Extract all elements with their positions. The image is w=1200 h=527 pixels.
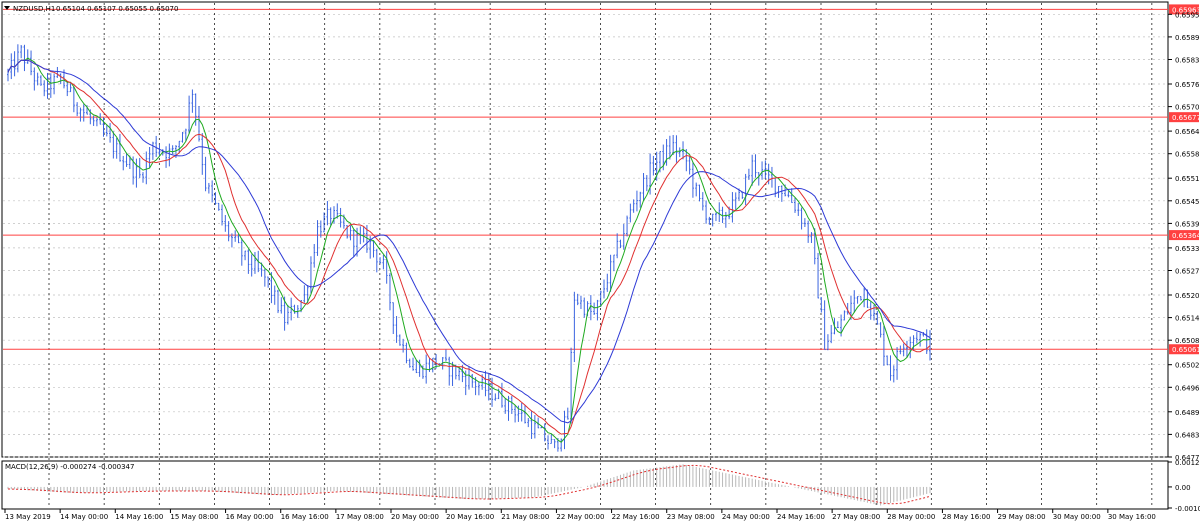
y-tick-label: 0.65890 (1175, 34, 1200, 42)
y-tick-label: 0.65270 (1175, 268, 1200, 276)
x-tick-label: 30 May 16:00 (1108, 513, 1156, 521)
ohlc-label: 0.65104 0.65107 0.65055 0.65070 (56, 5, 178, 13)
y-tick-label: 0.65145 (1175, 315, 1200, 323)
y-tick-label: 0.64835 (1175, 431, 1200, 439)
y-tick-label: 0.65085 (1175, 337, 1200, 345)
y-tick-label: 0.65950 (1175, 11, 1200, 19)
y-tick-label: 0.65395 (1175, 220, 1200, 228)
y-tick-label: 0.65580 (1175, 151, 1200, 159)
y-tick-label: 0.65765 (1175, 81, 1200, 89)
symbol-label: NZDUSD,H1 (13, 5, 55, 13)
x-tick-label: 24 May 00:00 (722, 513, 770, 521)
y-tick-label: 0.65330 (1175, 245, 1200, 253)
x-tick-label: 22 May 16:00 (612, 513, 660, 521)
y-tick-label: 0.65830 (1175, 57, 1200, 65)
x-tick-label: 15 May 08:00 (170, 513, 218, 521)
x-tick-label: 16 May 16:00 (281, 513, 329, 521)
y-tick-label: 0.65205 (1175, 292, 1200, 300)
x-tick-label: 14 May 16:00 (115, 513, 163, 521)
chart-root: 0.659630.656770.653640.65061 0.001210.00… (0, 0, 1200, 523)
chart-canvas[interactable]: 0.659630.656770.653640.65061 0.001210.00… (0, 0, 1200, 523)
y-tick-label: 0.64960 (1175, 384, 1200, 392)
x-tick-label: 17 May 08:00 (336, 513, 384, 521)
y-tick-label: 0.65455 (1175, 198, 1200, 206)
x-tick-label: 23 May 08:00 (667, 513, 715, 521)
macd-label: MACD(12,26,9) -0.000274 -0.000347 (5, 463, 134, 471)
x-tick-label: 28 May 00:00 (887, 513, 935, 521)
x-tick-label: 29 May 08:00 (998, 513, 1046, 521)
y-tick-label: 0.65020 (1175, 362, 1200, 370)
x-tick-label: 20 May 16:00 (446, 513, 494, 521)
x-tick-label: 16 May 00:00 (226, 513, 274, 521)
x-tick-label: 22 May 00:00 (556, 513, 604, 521)
macd-tick-label: 0.00 (1175, 484, 1191, 492)
level-badge-label: 0.65677 (1172, 114, 1200, 122)
x-tick-label: 24 May 16:00 (777, 513, 825, 521)
x-tick-label: 28 May 16:00 (942, 513, 990, 521)
x-tick-label: 21 May 08:00 (501, 513, 549, 521)
y-tick-label: 0.64775 (1175, 454, 1200, 462)
x-tick-label: 14 May 00:00 (60, 513, 108, 521)
level-badge-label: 0.65061 (1172, 346, 1200, 354)
y-tick-label: 0.65640 (1175, 128, 1200, 136)
level-badge-label: 0.65364 (1172, 232, 1200, 240)
y-tick-label: 0.65705 (1175, 104, 1200, 112)
x-tick-label: 30 May 00:00 (1053, 513, 1101, 521)
y-tick-label: 0.65515 (1175, 175, 1200, 183)
x-tick-label: 20 May 00:00 (391, 513, 439, 521)
x-tick-label: 27 May 08:00 (832, 513, 880, 521)
macd-tick-label: -0.001023 (1175, 505, 1200, 513)
x-tick-label: 13 May 2019 (5, 513, 51, 521)
y-tick-label: 0.64895 (1175, 409, 1200, 417)
